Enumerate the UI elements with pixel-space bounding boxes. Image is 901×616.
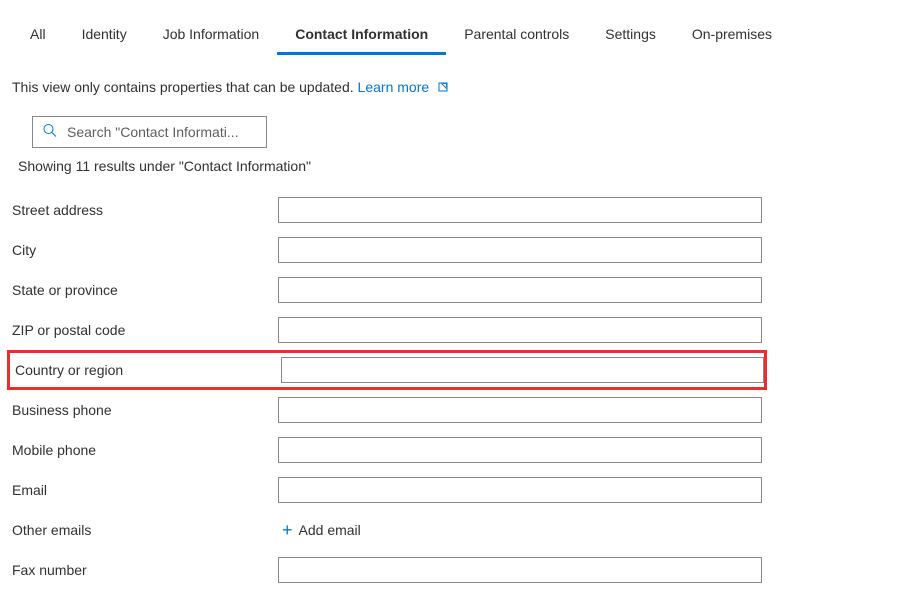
- search-input[interactable]: [32, 116, 267, 148]
- row-state: State or province: [12, 270, 901, 310]
- row-fax: Fax number: [12, 550, 901, 590]
- plus-icon: +: [282, 520, 293, 541]
- input-country[interactable]: [281, 357, 764, 383]
- tab-identity[interactable]: Identity: [64, 18, 145, 55]
- label-country: Country or region: [15, 362, 281, 378]
- form-container: Street address City State or province ZI…: [0, 174, 901, 590]
- label-city: City: [12, 242, 278, 258]
- info-text-label: This view only contains properties that …: [12, 79, 354, 95]
- input-mobile-phone[interactable]: [278, 437, 762, 463]
- label-fax: Fax number: [12, 562, 278, 578]
- info-text: This view only contains properties that …: [0, 55, 901, 96]
- label-other-emails: Other emails: [12, 522, 278, 538]
- tab-parental-controls[interactable]: Parental controls: [446, 18, 587, 55]
- input-street-address[interactable]: [278, 197, 762, 223]
- tab-contact-information[interactable]: Contact Information: [277, 18, 446, 55]
- tab-bar: All Identity Job Information Contact Inf…: [0, 0, 901, 55]
- input-business-phone[interactable]: [278, 397, 762, 423]
- row-zip: ZIP or postal code: [12, 310, 901, 350]
- row-email: Email: [12, 470, 901, 510]
- input-fax[interactable]: [278, 557, 762, 583]
- add-email-label: Add email: [299, 522, 361, 538]
- row-mobile-phone: Mobile phone: [12, 430, 901, 470]
- input-state[interactable]: [278, 277, 762, 303]
- tab-on-premises[interactable]: On-premises: [674, 18, 790, 55]
- results-count-text: Showing 11 results under "Contact Inform…: [0, 148, 901, 174]
- add-email-button[interactable]: + Add email: [278, 520, 361, 541]
- search-icon: [42, 123, 58, 142]
- label-zip: ZIP or postal code: [12, 322, 278, 338]
- label-state: State or province: [12, 282, 278, 298]
- row-business-phone: Business phone: [12, 390, 901, 430]
- input-city[interactable]: [278, 237, 762, 263]
- input-zip[interactable]: [278, 317, 762, 343]
- search-container: [32, 116, 267, 148]
- learn-more-link[interactable]: Learn more: [358, 79, 449, 95]
- external-link-icon: [437, 80, 449, 96]
- row-country: Country or region: [7, 350, 767, 390]
- input-email[interactable]: [278, 477, 762, 503]
- tab-job-information[interactable]: Job Information: [145, 18, 278, 55]
- row-city: City: [12, 230, 901, 270]
- row-street-address: Street address: [12, 190, 901, 230]
- label-business-phone: Business phone: [12, 402, 278, 418]
- tab-all[interactable]: All: [12, 18, 64, 55]
- row-other-emails: Other emails + Add email: [12, 510, 901, 550]
- tab-settings[interactable]: Settings: [587, 18, 674, 55]
- label-mobile-phone: Mobile phone: [12, 442, 278, 458]
- label-street-address: Street address: [12, 202, 278, 218]
- label-email: Email: [12, 482, 278, 498]
